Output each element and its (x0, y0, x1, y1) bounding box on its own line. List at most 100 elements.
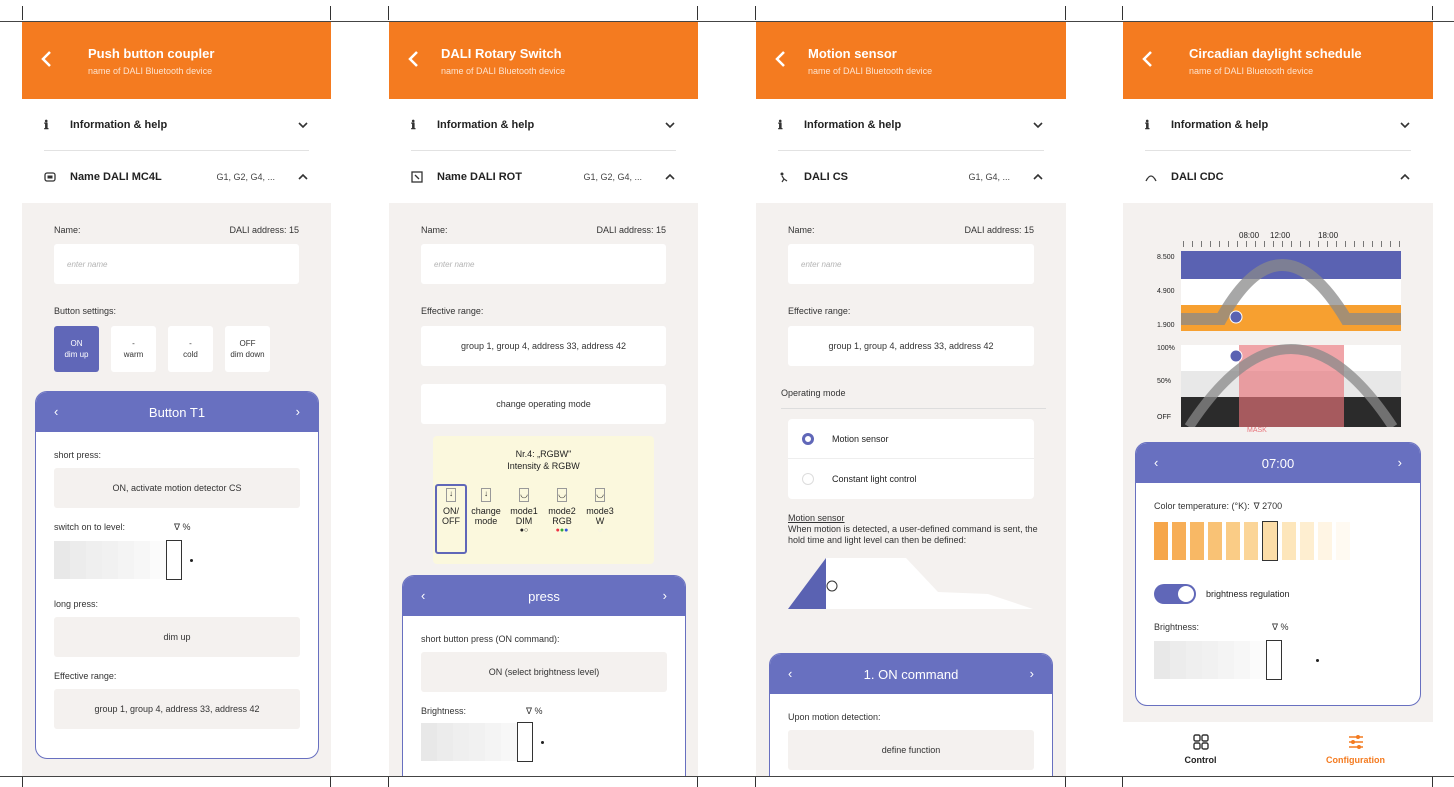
info-icon: ℹ (778, 117, 783, 132)
tab-control[interactable]: Control (1123, 722, 1278, 776)
info-help-row[interactable]: ℹ Information & help (778, 99, 1044, 151)
effective-range-value[interactable]: group 1, group 4, address 33, address 42 (421, 326, 666, 366)
info-help-row[interactable]: ℹ Information & help (1145, 99, 1411, 151)
device-row[interactable]: DALI CDC (1145, 151, 1411, 203)
chevron-up-icon[interactable] (1032, 171, 1044, 183)
chevron-down-icon[interactable] (664, 119, 676, 131)
brightness-selector[interactable] (421, 721, 667, 763)
screen-motion-sensor: Motion sensor name of DALI Bluetooth dev… (756, 22, 1066, 776)
level-selector[interactable] (54, 539, 300, 581)
button-t3[interactable]: - cold (168, 326, 213, 372)
next-arrow-icon[interactable]: › (296, 404, 300, 419)
prev-arrow-icon[interactable]: ‹ (54, 404, 58, 419)
button-t4[interactable]: OFF dim down (225, 326, 270, 372)
change-mode-button[interactable]: change operating mode (421, 384, 666, 424)
card-title: press (528, 588, 560, 604)
app-header: Circadian daylight schedule name of DALI… (1123, 22, 1433, 99)
button-t1[interactable]: ON dim up (54, 326, 99, 372)
device-row[interactable]: DALI CS G1, G4, ... (778, 151, 1044, 203)
page-title: Push button coupler (88, 46, 215, 61)
define-function-button[interactable]: define function (788, 730, 1034, 770)
mode-on-off[interactable]: ↓ ON/OFF (439, 488, 463, 536)
unit-dropdown[interactable]: ∇ % (526, 706, 543, 717)
info-help-label: Information & help (70, 118, 168, 131)
short-press-value[interactable]: ON (select brightness level) (421, 652, 667, 692)
mode-2[interactable]: ◡ mode2 RGB ●●● (547, 488, 577, 536)
short-press-value[interactable]: ON, activate motion detector CS (54, 468, 300, 508)
chevron-up-icon[interactable] (297, 171, 309, 183)
color-temp-selected[interactable] (1262, 521, 1278, 561)
prev-arrow-icon[interactable]: ‹ (1154, 455, 1158, 470)
brightness-row: Brightness: ∇ % (1154, 622, 1402, 633)
mode-3[interactable]: ◡ mode3 W ○ (585, 488, 615, 536)
page-subtitle: name of DALI Bluetooth device (441, 66, 566, 76)
back-arrow-icon[interactable] (1137, 46, 1159, 72)
settings-body: Name: DALI address: 15 enter name Button… (22, 203, 331, 372)
device-row[interactable]: Name DALI ROT G1, G2, G4, ... (411, 151, 676, 203)
time-label: 08:00 (1239, 231, 1260, 240)
info-help-label: Information & help (1171, 118, 1269, 131)
color-temp-row: Color temperature: (°K): ∇ 2700 (1154, 501, 1402, 512)
crop-mark (388, 6, 389, 20)
next-arrow-icon[interactable]: › (1030, 666, 1034, 681)
chevron-down-icon[interactable] (1032, 119, 1044, 131)
info-help-row[interactable]: ℹ Information & help (411, 99, 676, 151)
chevron-up-icon[interactable] (664, 171, 676, 183)
color-temp-value[interactable]: ∇ 2700 (1254, 501, 1283, 512)
brightness-selected[interactable] (517, 722, 533, 762)
chevron-down-icon[interactable] (1399, 119, 1411, 131)
device-row[interactable]: Name DALI MC4L G1, G2, G4, ... (44, 151, 309, 203)
chevron-up-icon[interactable] (1399, 171, 1411, 183)
next-arrow-icon[interactable]: › (1398, 455, 1402, 470)
back-arrow-icon[interactable] (403, 46, 425, 72)
prev-arrow-icon[interactable]: ‹ (788, 666, 792, 681)
info-help-row[interactable]: ℹ Information & help (44, 99, 309, 151)
name-input[interactable]: enter name (788, 244, 1034, 284)
crop-mark (1122, 6, 1123, 20)
effective-range-label: Effective range: (54, 671, 117, 681)
schedule-diagram: 08:00 12:00 18:00 8.500 4.900 1.900 100%… (1123, 228, 1433, 434)
back-arrow-icon[interactable] (770, 46, 792, 72)
mode-change[interactable]: ↓ change mode (471, 488, 501, 536)
effective-range-value[interactable]: group 1, group 4, address 33, address 42 (788, 326, 1034, 366)
name-input[interactable]: enter name (54, 244, 299, 284)
info-icon: ℹ (44, 117, 49, 132)
brightness-selector[interactable] (1154, 639, 1402, 681)
radio-selected[interactable] (802, 432, 814, 445)
color-temp-label: Color temperature: (°K): (1154, 501, 1250, 511)
y-label: 1.900 (1157, 322, 1175, 329)
unit-dropdown[interactable]: ∇ % (1272, 622, 1289, 633)
back-arrow-icon[interactable] (36, 46, 58, 72)
tab-configuration-label: Configuration (1326, 755, 1385, 765)
mode-1[interactable]: ◡ mode1 DIM ●○ (509, 488, 539, 536)
brightness-selected[interactable] (1266, 640, 1282, 680)
brightness-regulation-toggle[interactable] (1154, 584, 1196, 604)
device-name: Name DALI ROT (437, 171, 522, 183)
crop-mark (330, 6, 331, 20)
crop-mark (1065, 776, 1066, 787)
grid-icon (1192, 734, 1209, 750)
level-selected[interactable] (166, 540, 182, 580)
info-icon: ℹ (1145, 117, 1150, 132)
chevron-down-icon[interactable] (297, 119, 309, 131)
option-motion-sensor[interactable]: Motion sensor (788, 419, 1034, 459)
effective-range-value[interactable]: group 1, group 4, address 33, address 42 (54, 689, 300, 729)
card-header: ‹ press › (403, 576, 685, 616)
bottom-tab-bar: Control Configuration (1123, 722, 1433, 776)
option-constant-light[interactable]: Constant light control (788, 459, 1034, 499)
button-t2[interactable]: - warm (111, 326, 156, 372)
button-settings-group: ON dim up - warm - cold OFF dim down (54, 326, 311, 372)
radio-unselected[interactable] (802, 473, 814, 485)
device-name: DALI CS (804, 171, 848, 183)
prev-arrow-icon[interactable]: ‹ (421, 588, 425, 603)
long-press-value[interactable]: dim up (54, 617, 300, 657)
schedule-chart[interactable] (1181, 251, 1401, 427)
y-label: OFF (1157, 414, 1171, 421)
unit-dropdown[interactable]: ∇ % (174, 522, 191, 533)
name-input[interactable]: enter name (421, 244, 666, 284)
mode-title: Nr.4: „RGBW" (515, 449, 572, 459)
color-temp-selector[interactable] (1154, 520, 1402, 562)
next-arrow-icon[interactable]: › (663, 588, 667, 603)
tab-configuration[interactable]: Configuration (1278, 722, 1433, 776)
short-press-label: short button press (ON command): (421, 634, 560, 644)
